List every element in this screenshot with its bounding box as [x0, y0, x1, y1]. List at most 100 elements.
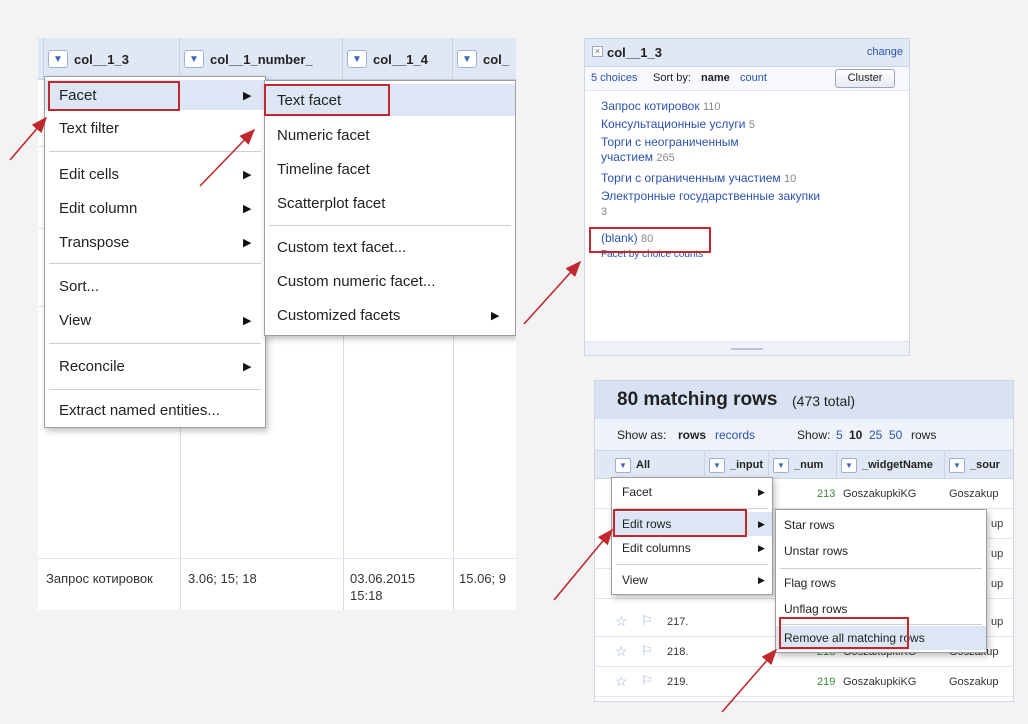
column-header-all[interactable]: ▼ All	[611, 451, 705, 479]
page-size-option[interactable]: 25	[869, 428, 882, 442]
show-as-records[interactable]: records	[715, 428, 755, 442]
facet-panel-screenshot: × col__1_3 change 5 choices Sort by: nam…	[584, 38, 910, 356]
facet-controls-bar: 5 choices Sort by: name count Cluster	[585, 67, 909, 91]
num-cell: 213	[817, 488, 836, 500]
source-cell: Goszakup	[949, 488, 999, 500]
column-dropdown-icon[interactable]: ▼	[709, 457, 725, 473]
menu-item-edit-rows[interactable]: Edit rows ▶	[612, 512, 772, 536]
facet-panel-header: × col__1_3 change	[585, 39, 909, 67]
column-dropdown-icon[interactable]: ▼	[457, 50, 477, 68]
column-name: _sour	[970, 459, 1000, 471]
sort-by-name[interactable]: name	[701, 72, 730, 84]
menu-item-flag-rows[interactable]: Flag rows	[776, 570, 986, 596]
menu-item-label: Star rows	[784, 518, 835, 532]
menu-item-customized-facets[interactable]: Customized facets ▶	[265, 299, 515, 331]
choice-count: 110	[702, 101, 721, 113]
column-header-num[interactable]: ▼ _num	[769, 451, 837, 479]
star-icon[interactable]: ☆	[615, 613, 628, 630]
resize-handle[interactable]	[585, 341, 909, 355]
menu-item-custom-text-facet[interactable]: Custom text facet...	[265, 231, 515, 263]
menu-item-facet[interactable]: Facet ▶	[45, 80, 265, 110]
menu-item-reconcile[interactable]: Reconcile ▶	[45, 351, 265, 381]
submenu-arrow-icon: ▶	[243, 89, 252, 102]
menu-item-text-filter[interactable]: Text filter	[45, 113, 265, 143]
menu-item-scatterplot-facet[interactable]: Scatterplot facet	[265, 187, 515, 219]
star-icon[interactable]: ☆	[615, 643, 628, 660]
source-cell: up	[991, 578, 1004, 590]
facet-title: col__1_3	[607, 45, 662, 60]
menu-item-label: Facet	[59, 86, 97, 104]
menu-item-label: Extract named entities...	[59, 401, 220, 419]
column-name: col_	[483, 51, 510, 67]
column-header-widgetname[interactable]: ▼ _widgetName	[837, 451, 945, 479]
flag-icon[interactable]: ⚐	[641, 643, 653, 659]
choice-count: 80	[641, 233, 654, 245]
column-dropdown-icon[interactable]: ▼	[48, 50, 68, 68]
menu-item-label: Numeric facet	[277, 126, 370, 144]
column-header-source[interactable]: ▼ _sour	[945, 451, 1013, 479]
menu-item-facet[interactable]: Facet ▶	[612, 480, 772, 504]
menu-item-unflag-rows[interactable]: Unflag rows	[776, 596, 986, 622]
column-dropdown-icon[interactable]: ▼	[949, 457, 965, 473]
page-size-option[interactable]: 50	[889, 428, 902, 442]
column-dropdown-icon[interactable]: ▼	[347, 50, 367, 68]
menu-item-view[interactable]: View ▶	[612, 568, 772, 592]
close-icon[interactable]: ×	[592, 46, 603, 57]
page-size-option[interactable]: 5	[836, 428, 843, 442]
choice-label: Электронные государственные закупки	[601, 189, 821, 203]
source-cell: up	[991, 616, 1004, 628]
column-header-col-1-4[interactable]: ▼ col__1_4	[343, 38, 453, 80]
column-dropdown-icon[interactable]: ▼	[184, 50, 204, 68]
grip-icon	[731, 348, 763, 350]
cluster-button[interactable]: Cluster	[835, 69, 895, 88]
column-header-input[interactable]: ▼ _input	[705, 451, 769, 479]
facet-choice[interactable]: Консультационные услуги 5	[601, 117, 841, 133]
menu-item-label: Edit cells	[59, 165, 120, 183]
menu-item-extract-entities[interactable]: Extract named entities...	[45, 395, 265, 425]
menu-item-label: Edit columns	[622, 541, 691, 555]
menu-separator	[49, 389, 261, 390]
menu-item-edit-column[interactable]: Edit column ▶	[45, 193, 265, 223]
total-rows: (473 total)	[792, 393, 856, 409]
column-dropdown-icon[interactable]: ▼	[841, 457, 857, 473]
column-dropdown-icon[interactable]: ▼	[615, 457, 631, 473]
sort-by-label: Sort by:	[653, 72, 691, 84]
change-link[interactable]: change	[867, 46, 903, 58]
facet-by-choice-counts-link[interactable]: Facet by choice counts	[601, 249, 703, 260]
facet-choice[interactable]: Торги с неограниченным участием 265	[601, 135, 776, 166]
menu-item-transpose[interactable]: Transpose ▶	[45, 227, 265, 257]
show-as-rows[interactable]: rows	[678, 428, 706, 442]
submenu-arrow-icon: ▶	[243, 202, 252, 215]
choice-count: 265	[656, 152, 675, 164]
menu-item-star-rows[interactable]: Star rows	[776, 512, 986, 538]
flag-icon[interactable]: ⚐	[641, 673, 653, 689]
column-name: col__1_3	[74, 51, 129, 67]
facet-choice-blank[interactable]: (blank) 80	[601, 231, 841, 247]
menu-item-sort[interactable]: Sort...	[45, 271, 265, 301]
menu-item-text-facet[interactable]: Text facet	[265, 84, 515, 116]
menu-item-view[interactable]: View ▶	[45, 305, 265, 335]
page-size-option[interactable]: 10	[849, 428, 862, 442]
menu-item-timeline-facet[interactable]: Timeline facet	[265, 153, 515, 185]
facet-choice[interactable]: Электронные государственные закупки 3	[601, 189, 826, 220]
menu-item-label: View	[59, 311, 92, 329]
column-header-col-1-number[interactable]: ▼ col__1_number_	[180, 38, 343, 80]
flag-icon[interactable]: ⚐	[641, 613, 653, 629]
menu-item-label: Flag rows	[784, 576, 837, 590]
menu-item-edit-cells[interactable]: Edit cells ▶	[45, 159, 265, 189]
menu-item-custom-numeric-facet[interactable]: Custom numeric facet...	[265, 265, 515, 297]
column-header-col[interactable]: ▼ col_	[453, 38, 516, 80]
column-header-col-1-3[interactable]: ▼ col__1_3	[44, 38, 180, 80]
menu-separator	[780, 624, 982, 625]
menu-item-remove-matching-rows[interactable]: Remove all matching rows	[776, 626, 986, 650]
menu-item-edit-columns[interactable]: Edit columns ▶	[612, 536, 772, 560]
column-dropdown-icon[interactable]: ▼	[773, 457, 789, 473]
facet-choice[interactable]: Запрос котировок 110	[601, 99, 841, 115]
star-icon[interactable]: ☆	[615, 673, 628, 690]
menu-item-label: Facet	[622, 485, 653, 499]
menu-item-unstar-rows[interactable]: Unstar rows	[776, 538, 986, 564]
menu-separator	[49, 343, 261, 344]
sort-by-count[interactable]: count	[740, 72, 767, 84]
facet-choice[interactable]: Торги с ограниченным участием 10	[601, 171, 861, 187]
menu-item-numeric-facet[interactable]: Numeric facet	[265, 119, 515, 151]
